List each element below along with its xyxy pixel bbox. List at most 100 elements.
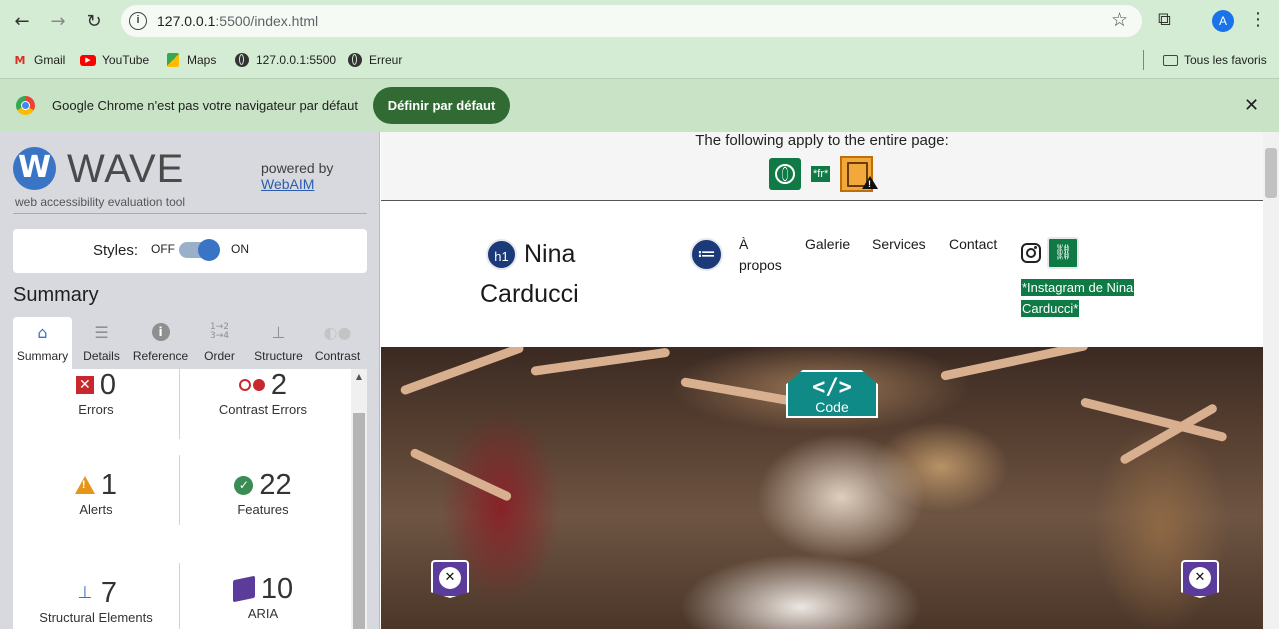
tab-structure[interactable]: ⊥ Structure	[249, 317, 308, 369]
tab-reference[interactable]: i Reference	[131, 317, 190, 369]
summary-panel: ✕ 0 Errors 2 Contrast Errors 1 Alerts ✓22…	[13, 369, 367, 629]
error-icon: ✕	[75, 376, 94, 394]
stat-alerts[interactable]: 1 Alerts	[13, 469, 179, 539]
bookmark-label: Gmail	[34, 53, 66, 67]
tab-order[interactable]: 1→2 3→4 Order	[190, 317, 249, 369]
feature-label: Features	[237, 502, 289, 517]
tab-details[interactable]: ☰ Details	[72, 317, 131, 369]
close-icon[interactable]: ✕	[1244, 95, 1259, 116]
missing-alt-error-icon[interactable]: ✕	[1181, 560, 1219, 598]
wave-logo-icon: W	[13, 147, 56, 190]
info-icon: i	[131, 322, 190, 342]
stat-contrast-errors[interactable]: 2 Contrast Errors	[180, 369, 346, 439]
instagram-alt-label: *Instagram de Nina Carducci*	[1021, 277, 1151, 319]
extensions-icon[interactable]: ⧉	[1158, 9, 1171, 30]
page-level-annotations: The following apply to the entire page: …	[381, 132, 1263, 201]
aria-label: ARIA	[247, 606, 279, 621]
scroll-up-icon[interactable]: ▲	[351, 369, 367, 385]
h1-badge-icon[interactable]: h1	[486, 239, 517, 270]
all-bookmarks-label: Tous les favoris	[1184, 53, 1267, 67]
feature-count: 22	[259, 469, 292, 501]
language-badge[interactable]: *fr*	[811, 166, 831, 182]
site-info-icon[interactable]: i	[129, 12, 147, 30]
nav-link-a-propos[interactable]: À propos	[739, 234, 791, 276]
structural-label: Structural Elements	[39, 610, 153, 625]
nav-link-contact[interactable]: Contact	[949, 234, 997, 255]
panel-scrollbar[interactable]: ▲	[351, 369, 367, 629]
menu-icon[interactable]: ⋮	[1249, 9, 1267, 30]
contrast-error-icon	[238, 379, 265, 391]
set-default-button[interactable]: Définir par défaut	[373, 87, 510, 124]
error-label: Errors	[78, 402, 114, 417]
alert-document-icon[interactable]	[840, 156, 878, 192]
powered-by-text: powered by	[261, 160, 334, 176]
folder-icon	[1162, 52, 1178, 68]
guest-arm	[530, 347, 671, 376]
page-scrollbar[interactable]	[1263, 132, 1279, 629]
structural-count: 7	[100, 577, 118, 609]
tab-contrast[interactable]: ◐● Contrast	[308, 317, 367, 369]
toggle-knob	[198, 239, 220, 261]
address-bar[interactable]: i 127.0.0.1:5500/index.html ☆	[121, 5, 1142, 37]
stat-aria[interactable]: 10 ARIA	[180, 573, 346, 629]
missing-alt-error-icon[interactable]: ✕	[431, 560, 469, 598]
guest-arm	[940, 347, 1089, 381]
stat-errors[interactable]: ✕ 0 Errors	[13, 369, 179, 439]
bookmark-gmail[interactable]: M Gmail	[12, 51, 66, 69]
instagram-icon[interactable]	[1021, 243, 1041, 263]
nav-link-galerie[interactable]: Galerie	[805, 234, 850, 255]
structure-icon: ⊥	[77, 583, 93, 603]
site-header: Nina Carducci h1 À propos Galerie Servic…	[381, 202, 1263, 347]
stat-features[interactable]: ✓ 22 Features	[180, 469, 346, 539]
bookmark-maps[interactable]: Maps	[165, 51, 216, 69]
bookmark-erreur[interactable]: Erreur	[347, 51, 402, 69]
webaim-link[interactable]: WebAIM	[261, 176, 314, 192]
feature-check-icon: ✓	[234, 475, 254, 495]
url-path: :5500/index.html	[215, 13, 319, 29]
guest-arm	[399, 347, 525, 396]
profile-avatar[interactable]: A	[1212, 10, 1234, 32]
url-text[interactable]: 127.0.0.1:5500/index.html	[157, 13, 318, 29]
code-button-label: Code	[815, 399, 849, 415]
forward-button[interactable]: →	[45, 8, 71, 34]
gmail-icon: M	[14, 53, 26, 67]
instagram-alt-text: *Instagram de Nina Carducci*	[1021, 279, 1135, 317]
nav-link-services[interactable]: Services	[872, 234, 926, 255]
chrome-logo-icon	[16, 96, 35, 115]
bookmark-youtube[interactable]: ▶ YouTube	[80, 51, 149, 69]
browser-toolbar: ← → ↻ i 127.0.0.1:5500/index.html ☆ ⧉ A …	[0, 0, 1279, 42]
home-icon: ⌂	[37, 322, 48, 342]
wave-tagline: web accessibility evaluation tool	[15, 195, 186, 209]
styles-label: Styles:	[93, 242, 139, 259]
scroll-thumb[interactable]	[353, 413, 365, 629]
bookmarks-divider	[1143, 50, 1144, 70]
styles-toggle[interactable]	[179, 239, 220, 261]
bookmark-star-icon[interactable]: ☆	[1111, 9, 1128, 31]
summary-heading: Summary	[13, 284, 99, 306]
all-bookmarks[interactable]: Tous les favoris	[1162, 51, 1267, 69]
wave-code-button[interactable]: </> Code	[786, 370, 878, 418]
wave-tabs: ⌂ Summary ☰ Details i Reference 1→2 3→4 O…	[13, 317, 367, 369]
wave-sidebar: W WAVE web accessibility evaluation tool…	[0, 132, 380, 629]
styles-on-label: ON	[231, 242, 249, 256]
stat-structural-elements[interactable]: ⊥ 7 Structural Elements	[13, 577, 179, 629]
divider	[13, 213, 367, 214]
tab-summary[interactable]: ⌂ Summary	[13, 317, 72, 369]
maps-icon	[165, 52, 181, 68]
back-button[interactable]: ←	[9, 8, 35, 34]
error-count: 0	[99, 369, 117, 401]
bookmark-localhost[interactable]: 127.0.0.1:5500	[234, 51, 336, 69]
list-badge-icon[interactable]	[690, 238, 723, 271]
globe-icon	[234, 52, 250, 68]
aria-count: 10	[260, 573, 294, 605]
applies-text: The following apply to the entire page:	[695, 132, 949, 149]
reload-button[interactable]: ↻	[81, 8, 107, 34]
scroll-thumb[interactable]	[1265, 148, 1277, 198]
link-feature-icon[interactable]	[1047, 237, 1079, 269]
language-globe-icon[interactable]	[769, 158, 801, 190]
guest-arm	[409, 447, 513, 503]
styles-off-label: OFF	[151, 242, 175, 256]
bookmarks-bar: M Gmail ▶ YouTube Maps 127.0.0.1:5500 Er…	[0, 42, 1279, 78]
contrast-error-label: Contrast Errors	[218, 402, 308, 417]
bookmark-label: 127.0.0.1:5500	[256, 53, 337, 67]
